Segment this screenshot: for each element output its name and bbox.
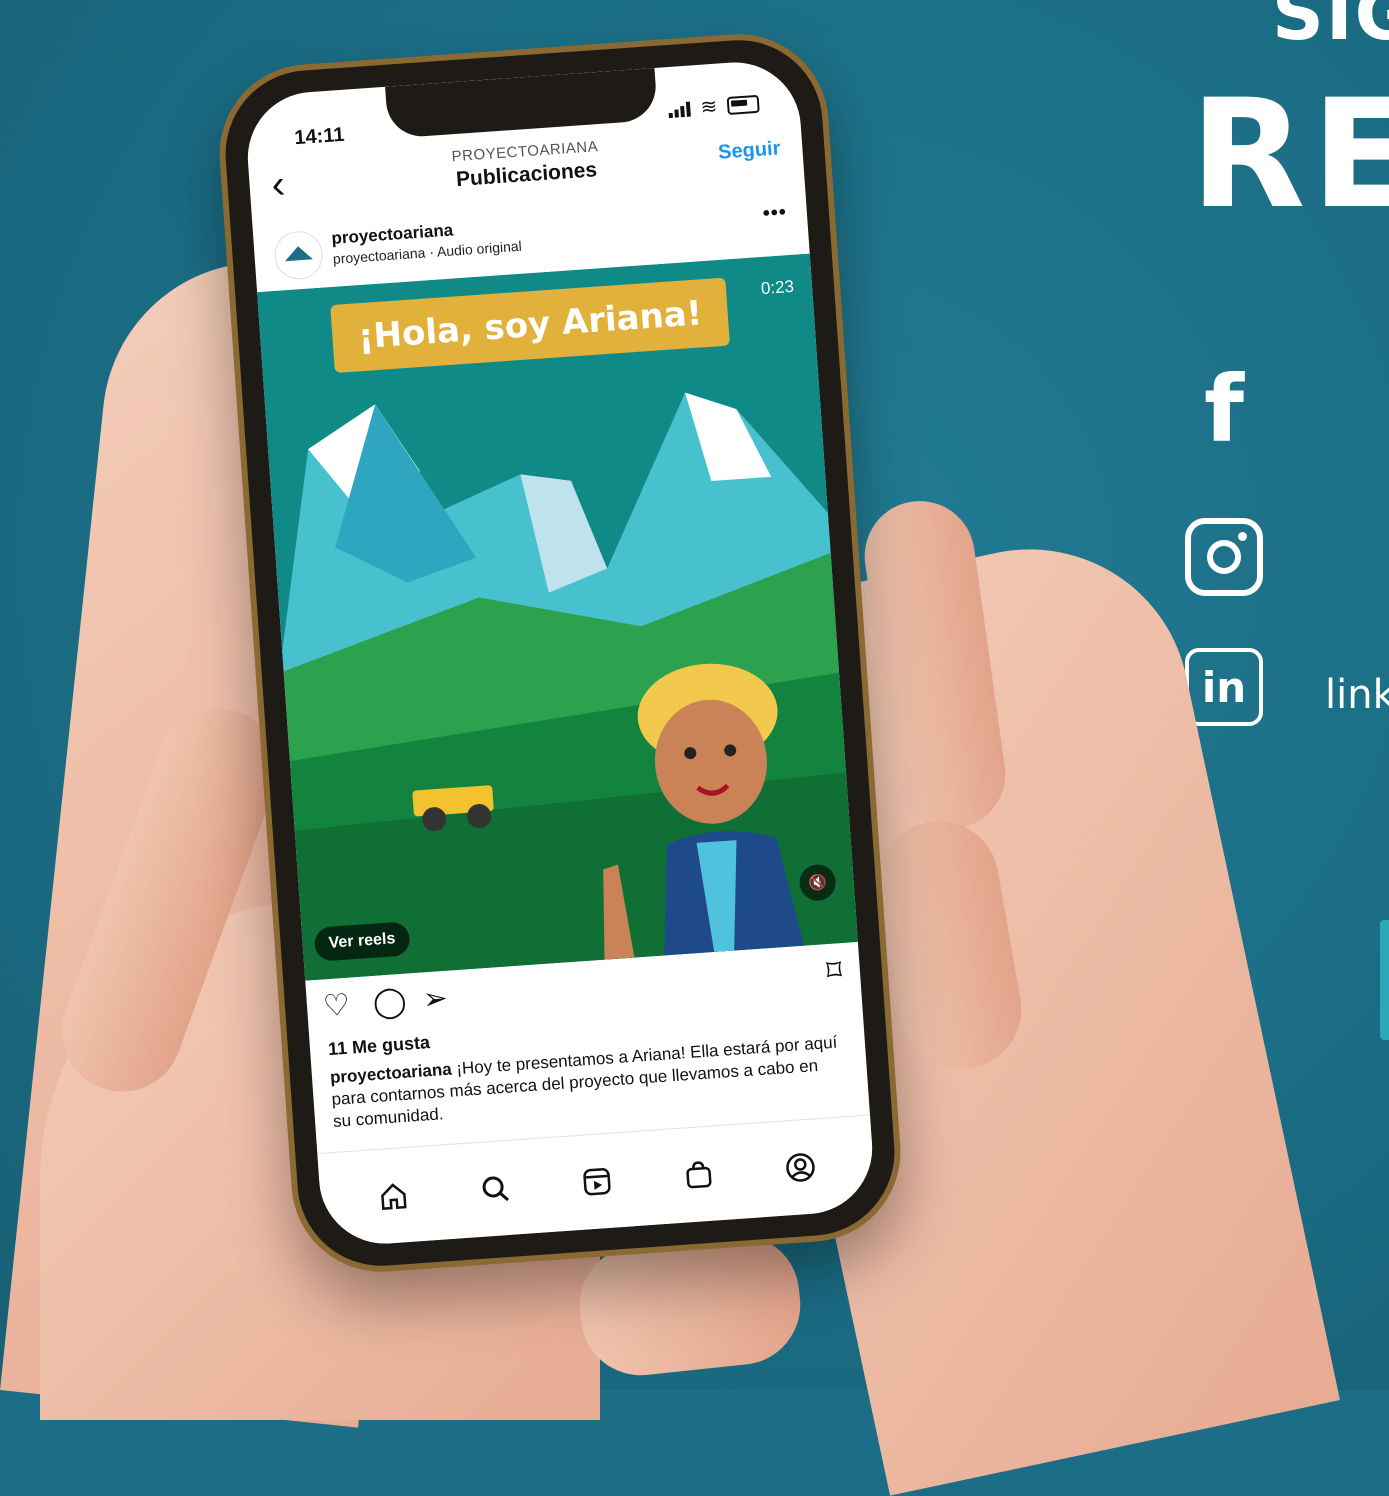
facebook-icon[interactable]: f bbox=[1185, 356, 1263, 463]
linkedin-icon[interactable]: in bbox=[1185, 648, 1263, 726]
phone: 14:11 ≋ ‹ PROYECTOARIANA Publicaciones S… bbox=[213, 28, 907, 1278]
profile-icon[interactable] bbox=[777, 1144, 824, 1191]
instagram-icon[interactable] bbox=[1185, 518, 1263, 596]
video-duration: 0:23 bbox=[760, 276, 795, 299]
instagram-dot bbox=[1238, 532, 1247, 541]
edge-decoration bbox=[1380, 920, 1389, 1040]
home-icon[interactable] bbox=[370, 1172, 417, 1219]
bookmark-icon[interactable]: ⌑ bbox=[825, 953, 843, 989]
send-icon[interactable]: ➢ bbox=[422, 981, 450, 1018]
headline-top: SIG bbox=[1272, 0, 1389, 56]
search-icon[interactable] bbox=[472, 1165, 519, 1212]
avatar[interactable] bbox=[273, 229, 325, 281]
heart-icon[interactable]: ♡ bbox=[322, 988, 351, 1025]
more-options-icon[interactable]: ••• bbox=[762, 201, 788, 226]
comment-icon[interactable]: ◯ bbox=[372, 984, 408, 1021]
phone-screen: 14:11 ≋ ‹ PROYECTOARIANA Publicaciones S… bbox=[243, 58, 877, 1248]
battery-icon bbox=[726, 94, 760, 115]
shop-icon[interactable] bbox=[675, 1151, 722, 1198]
headline-main: RE bbox=[1190, 68, 1389, 242]
reels-icon[interactable] bbox=[573, 1158, 620, 1205]
signal-icon bbox=[668, 100, 692, 118]
post-media[interactable]: ¡Hola, soy Ariana! 0:23 Ver reels 🔇 bbox=[257, 253, 858, 981]
view-reels-button[interactable]: Ver reels bbox=[313, 921, 411, 962]
likes-count[interactable]: 11 Me gusta bbox=[327, 1032, 430, 1060]
mountain-logo-icon bbox=[284, 245, 313, 262]
linkedin-label[interactable]: link bbox=[1325, 672, 1389, 718]
instagram-lens bbox=[1207, 540, 1241, 574]
wifi-icon: ≋ bbox=[699, 95, 719, 119]
follow-button[interactable]: Seguir bbox=[717, 137, 781, 164]
